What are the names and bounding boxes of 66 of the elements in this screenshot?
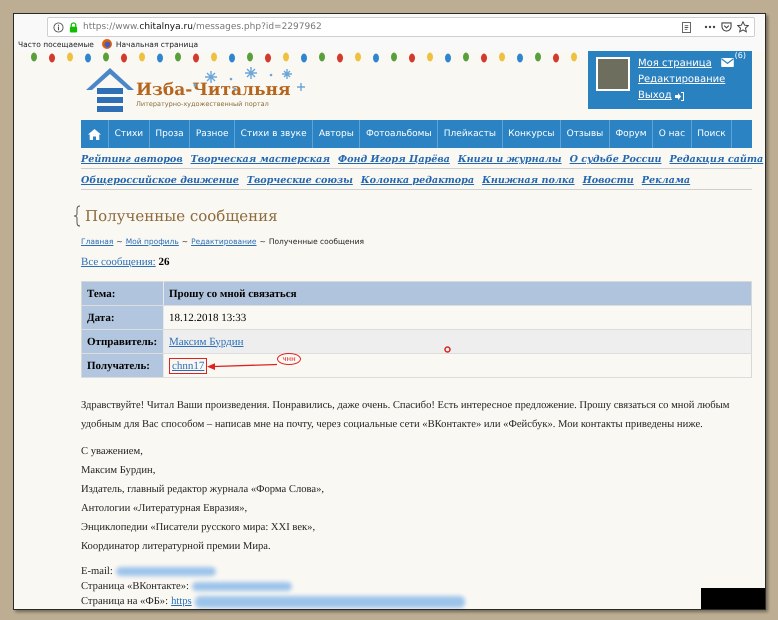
nav-link[interactable]: Проза [150,120,190,148]
browser-logo-icon [102,39,112,50]
url-text: https://www.chitalnya.ru/messages.php?id=2297962 [83,22,322,32]
section-link[interactable]: Новости [582,175,634,186]
field-label: Получатель: [82,354,164,378]
signature-line: С уважением, [81,445,144,459]
section-link[interactable]: Колонка редактора [360,175,474,186]
nav-link[interactable]: Стихи [109,120,150,148]
nav-link[interactable]: О нас [653,120,692,148]
user-menu-link[interactable]: Моя страница [638,57,726,71]
all-messages-link[interactable]: Все сообщения: [81,256,156,268]
reader-view-icon[interactable] [682,22,691,32]
signature-line: Максим Бурдин, [81,464,156,478]
section-link[interactable]: О судьбе России [570,154,662,165]
nav-link[interactable]: Стихи в звуке [235,120,314,148]
message-count: (6) [734,51,746,60]
nav-link[interactable]: Конкурсы [502,120,562,148]
contact-label: Страница «ВКонтакте»: [81,580,189,594]
nav-link[interactable]: Плейкасты [438,120,503,148]
user-menu-link[interactable]: Выход [638,89,672,103]
field-label: Тема: [82,282,164,306]
padlock-icon [69,22,78,32]
avatar-photo-placeholder [596,57,630,91]
nav-link[interactable]: Форум [610,120,654,148]
subject-cell: Прошу со мной связаться [164,282,752,306]
section-link[interactable]: Рейтинг авторов [81,154,183,165]
nav-link[interactable]: Отзывы [561,120,610,148]
signature-line: Энциклопедии «Писатели русского мира: XXI век», [81,521,316,535]
section-link[interactable]: Книжная полка [482,175,575,186]
redaction-block [701,588,765,609]
address-bar[interactable]: https://www.chitalnya.ru/messages.php?id=2297962 [47,17,755,37]
site-logo-text[interactable]: Изба-Читальня [136,80,291,100]
nav-link[interactable]: Фотоальбомы [360,120,438,148]
signature-line: Антологии «Литературная Евразия», [81,502,248,516]
section-link[interactable]: Реклама [642,175,690,186]
user-menu-link[interactable]: Редактирование [638,73,726,87]
star-icon[interactable] [737,21,749,33]
signature-line: Издатель, главный редактор журнала «Форма Слова», [81,483,326,497]
contact-label: E-mail: [81,565,113,579]
contact-label: Страница на «ФБ»: [81,595,168,609]
profile-link[interactable]: https [171,594,192,609]
page-title: Полученные сообщения [85,207,278,225]
annotation-circle-icon [444,346,451,353]
field-label: Дата: [82,306,164,330]
section-link[interactable]: Книги и журналы [458,154,562,165]
section-link[interactable]: Редакция сайта [669,154,764,165]
sender-link[interactable]: Максим Бурдин [169,336,244,348]
section-link[interactable]: Фонд Игоря Царёва [338,154,450,165]
nav-link[interactable]: Авторы [313,120,360,148]
recipient-link[interactable]: chnn17 [172,360,204,372]
pocket-icon[interactable] [721,22,732,32]
brace-icon [73,205,81,227]
nav-link[interactable]: Разное [190,120,236,148]
sign-in-arrow-icon [674,92,684,100]
more-icon[interactable] [704,25,716,29]
message-total: 26 [158,256,170,268]
envelope-icon[interactable] [721,58,734,67]
field-label: Отправитель: [82,330,164,354]
signature-line: Координатор литературной премии Мира. [81,540,272,554]
info-icon[interactable] [53,22,64,32]
message-text: Здравствуйте! Читал Ваши произведения. Понравились, даже очень. Спасибо! Есть интересное предложение. Прошу связаться со мной любым удобным для Вас способом – написав мне на почту, через социальные сети «ВКонтакте» или «Фейсбук». Мои контакты приведены ниже. [81,399,730,432]
section-link[interactable]: Творческие союзы [246,175,353,186]
section-link[interactable]: Творческая мастерская [190,154,330,165]
date-cell: 18.12.2018 13:33 [164,306,752,330]
nav-link[interactable]: Поиск [692,120,732,148]
section-link[interactable]: Общероссийское движение [81,175,239,186]
